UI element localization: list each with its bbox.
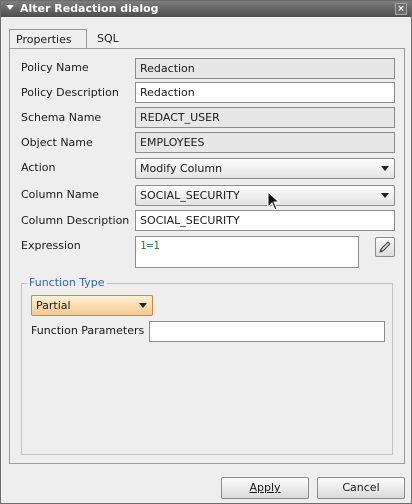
column-name-select-value: SOCIAL_SECURITY <box>140 189 240 202</box>
apply-button-label: Apply <box>249 481 281 494</box>
cancel-button[interactable]: Cancel <box>317 477 405 499</box>
dialog-title: Alter Redaction dialog <box>20 2 159 15</box>
collapse-triangle-icon[interactable] <box>6 5 14 10</box>
object-name-label: Object Name <box>21 136 93 149</box>
function-parameters-label: Function Parameters <box>31 324 145 337</box>
function-type-title: Function Type <box>27 276 107 290</box>
policy-description-field[interactable]: Redaction <box>135 82 395 103</box>
chevron-down-icon <box>139 303 147 308</box>
tab-properties[interactable]: Properties <box>9 29 87 49</box>
policy-name-label: Policy Name <box>21 61 89 74</box>
action-select[interactable]: Modify Column <box>135 158 395 179</box>
column-description-label: Column Description <box>21 214 130 227</box>
tab-sql[interactable]: SQL <box>97 29 137 49</box>
chevron-down-icon <box>381 193 389 198</box>
column-name-select[interactable]: SOCIAL_SECURITY <box>135 185 395 206</box>
function-type-select[interactable]: Partial <box>31 295 153 316</box>
policy-description-label: Policy Description <box>21 86 119 99</box>
edit-expression-button[interactable] <box>375 237 395 257</box>
expression-editor[interactable]: 1=1 <box>135 236 359 268</box>
title-bar[interactable]: Alter Redaction dialog × <box>1 1 411 17</box>
cancel-button-label: Cancel <box>342 481 380 494</box>
schema-name-label: Schema Name <box>21 111 102 124</box>
column-description-field[interactable]: SOCIAL_SECURITY <box>135 210 395 231</box>
mouse-cursor-icon <box>267 191 281 211</box>
action-label: Action <box>21 161 56 174</box>
schema-name-field[interactable]: REDACT_USER <box>135 107 395 128</box>
chevron-down-icon <box>381 166 389 171</box>
policy-name-field[interactable]: Redaction <box>135 58 395 79</box>
pencil-icon <box>379 241 391 253</box>
function-parameters-field[interactable] <box>149 321 385 342</box>
function-type-select-value: Partial <box>36 299 71 312</box>
close-icon[interactable]: × <box>395 3 407 15</box>
object-name-field[interactable]: EMPLOYEES <box>135 132 395 153</box>
alter-redaction-dialog: Alter Redaction dialog × Properties SQL … <box>0 0 412 504</box>
action-select-value: Modify Column <box>140 162 223 175</box>
expression-label: Expression <box>21 239 81 252</box>
apply-button[interactable]: Apply <box>221 477 309 499</box>
column-name-label: Column Name <box>21 188 100 201</box>
